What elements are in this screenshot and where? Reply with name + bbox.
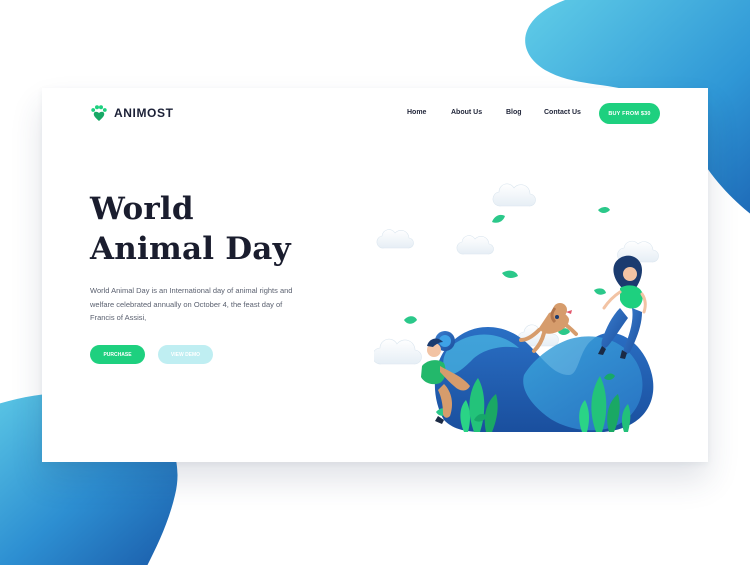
purchase-button[interactable]: PURCHASE: [90, 345, 145, 364]
view-demo-button[interactable]: VIEW DEMO: [158, 345, 213, 364]
hero-illustration: [374, 183, 659, 432]
hero-description: World Animal Day is an International day…: [90, 286, 293, 322]
landing-card: ANIMOST Home About Us Blog Contact Us BU…: [42, 88, 708, 462]
cloud-icon: [374, 338, 422, 365]
cloud-icon: [492, 183, 536, 207]
brand-logo[interactable]: ANIMOST: [90, 104, 174, 122]
cloud-icon: [456, 235, 494, 255]
cloud-icon: [376, 229, 414, 249]
hero-title-line-1: World: [90, 191, 194, 227]
hero-title: World Animal Day: [90, 189, 291, 269]
nav-blog-link[interactable]: Blog: [506, 109, 522, 116]
nav-home-link[interactable]: Home: [407, 109, 426, 116]
buy-button[interactable]: BUY FROM $30: [599, 103, 660, 124]
nav-contact-link[interactable]: Contact Us: [544, 109, 581, 116]
paw-heart-icon: [90, 104, 108, 122]
hero-title-line-2: Animal Day: [90, 231, 291, 267]
nav-about-link[interactable]: About Us: [451, 109, 482, 116]
brand-name: ANIMOST: [114, 106, 174, 120]
